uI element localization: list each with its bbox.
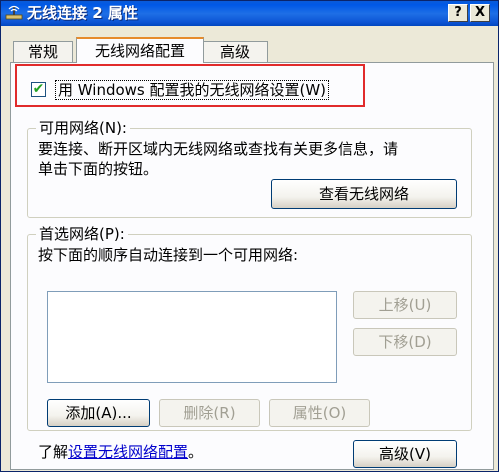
title-bar[interactable]: 无线连接 2 属性 ? X [1, 1, 498, 26]
move-down-button[interactable]: 下移(D) [353, 328, 457, 356]
available-description-line1: 要连接、断开区域内无线网络或查找有关更多信息，请 [38, 140, 399, 158]
tab-strip: 常规 无线网络配置 高级 [9, 37, 489, 63]
move-up-button[interactable]: 上移(U) [353, 291, 457, 319]
highlight-annotation [15, 64, 365, 107]
tab-advanced[interactable]: 高级 [202, 41, 268, 63]
preferred-networks-title: 首选网络(P): [36, 225, 128, 243]
help-button[interactable]: ? [448, 4, 468, 22]
learn-more-row: 了解设置无线网络配置。 [38, 441, 203, 463]
preferred-description: 按下面的顺序自动连接到一个可用网络: [38, 246, 299, 264]
tab-general[interactable]: 常规 [13, 41, 73, 63]
remove-button[interactable]: 删除(R) [159, 399, 260, 427]
learn-prefix: 了解 [38, 443, 69, 461]
network-connection-icon [5, 5, 23, 20]
available-description-line2: 单击下面的按钮。 [38, 160, 159, 178]
learn-suffix: 。 [188, 443, 204, 461]
preferred-networks-list[interactable] [47, 291, 337, 383]
tab-wireless-networks[interactable]: 无线网络配置 [76, 37, 204, 63]
advanced-button[interactable]: 高级(V) [353, 440, 457, 468]
available-networks-title: 可用网络(N): [36, 119, 130, 137]
view-wireless-networks-button[interactable]: 查看无线网络 [271, 179, 457, 209]
close-button[interactable]: X [470, 4, 490, 22]
window-title: 无线连接 2 属性 [27, 4, 138, 22]
learn-link[interactable]: 设置无线网络配置 [68, 443, 188, 461]
properties-button[interactable]: 属性(O) [269, 399, 370, 427]
properties-window: 无线连接 2 属性 ? X 常规 无线网络配置 高级 ✔ 用 Windows 配… [0, 0, 499, 472]
add-button[interactable]: 添加(A)... [47, 399, 150, 427]
